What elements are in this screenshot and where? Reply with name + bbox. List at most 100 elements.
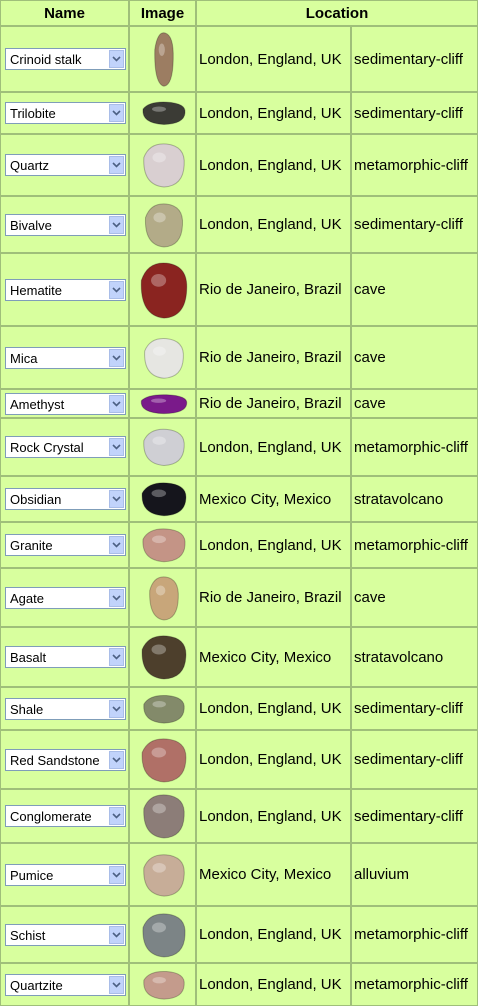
location-environment-cell: metamorphic-cliff: [351, 906, 478, 963]
rock-name-selected-value: Mica: [10, 350, 38, 366]
name-cell: Bivalve: [0, 196, 129, 253]
chevron-down-icon[interactable]: [109, 50, 124, 68]
bivalve-image: [142, 200, 186, 250]
rock-name-select[interactable]: Trilobite: [5, 102, 126, 124]
rock-name-select[interactable]: Red Sandstone: [5, 749, 126, 771]
location-city-cell: London, England, UK: [196, 522, 351, 568]
rock-name-select[interactable]: Obsidian: [5, 488, 126, 510]
location-environment-cell: metamorphic-cliff: [351, 522, 478, 568]
trilobite-image: [139, 100, 189, 126]
image-cell: [129, 568, 196, 627]
location-city-cell: Mexico City, Mexico: [196, 476, 351, 522]
rock-name-select[interactable]: Granite: [5, 534, 126, 556]
image-cell: [129, 26, 196, 92]
image-cell: [129, 134, 196, 196]
location-city-cell: Rio de Janeiro, Brazil: [196, 568, 351, 627]
chevron-down-icon[interactable]: [109, 866, 124, 884]
image-cell: [129, 253, 196, 326]
name-cell: Shale: [0, 687, 129, 730]
location-environment-cell: cave: [351, 326, 478, 389]
rock-name-selected-value: Quartz: [10, 157, 50, 173]
chevron-down-icon[interactable]: [109, 281, 124, 299]
chevron-down-icon[interactable]: [109, 536, 124, 554]
location-city-cell: London, England, UK: [196, 906, 351, 963]
chevron-down-icon[interactable]: [109, 751, 124, 769]
rock-name-selected-value: Crinoid stalk: [10, 51, 82, 67]
rock-name-select[interactable]: Rock Crystal: [5, 436, 126, 458]
rock-name-selected-value: Shale: [10, 701, 44, 717]
image-cell: [129, 476, 196, 522]
image-cell: [129, 418, 196, 476]
rock-crystal-image: [140, 426, 188, 468]
chevron-down-icon[interactable]: [109, 395, 124, 413]
location-environment-cell: sedimentary-cliff: [351, 92, 478, 134]
name-cell: Quartz: [0, 134, 129, 196]
name-cell: Quartzite: [0, 963, 129, 1006]
rock-name-selected-value: Red Sandstone: [10, 752, 100, 768]
image-cell: [129, 627, 196, 687]
rock-name-select[interactable]: Shale: [5, 698, 126, 720]
name-cell: Obsidian: [0, 476, 129, 522]
location-environment-cell: stratavolcano: [351, 476, 478, 522]
rock-name-selected-value: Bivalve: [10, 217, 52, 233]
rock-name-select[interactable]: Amethyst: [5, 393, 126, 415]
image-cell: [129, 92, 196, 134]
rock-name-select[interactable]: Conglomerate: [5, 805, 126, 827]
rock-name-select[interactable]: Agate: [5, 587, 126, 609]
location-city-cell: London, England, UK: [196, 418, 351, 476]
rock-name-select[interactable]: Pumice: [5, 864, 126, 886]
name-cell: Basalt: [0, 627, 129, 687]
location-city-cell: Rio de Janeiro, Brazil: [196, 326, 351, 389]
quartz-image: [140, 140, 188, 190]
shale-image: [140, 693, 188, 725]
chevron-down-icon[interactable]: [109, 589, 124, 607]
name-cell: Agate: [0, 568, 129, 627]
chevron-down-icon[interactable]: [109, 349, 124, 367]
rock-name-select[interactable]: Schist: [5, 924, 126, 946]
chevron-down-icon[interactable]: [109, 976, 124, 994]
chevron-down-icon[interactable]: [109, 156, 124, 174]
location-environment-cell: sedimentary-cliff: [351, 687, 478, 730]
name-column-header: Name: [0, 0, 129, 26]
location-environment-cell: sedimentary-cliff: [351, 730, 478, 789]
rock-name-select[interactable]: Bivalve: [5, 214, 126, 236]
chevron-down-icon[interactable]: [109, 807, 124, 825]
chevron-down-icon[interactable]: [109, 700, 124, 718]
rock-name-selected-value: Conglomerate: [10, 808, 92, 824]
image-cell: [129, 789, 196, 843]
obsidian-image: [138, 480, 190, 518]
rock-name-select[interactable]: Basalt: [5, 646, 126, 668]
rock-name-selected-value: Hematite: [10, 282, 63, 298]
location-city-cell: Rio de Janeiro, Brazil: [196, 253, 351, 326]
image-cell: [129, 326, 196, 389]
rock-name-select[interactable]: Mica: [5, 347, 126, 369]
rock-name-select[interactable]: Hematite: [5, 279, 126, 301]
location-column-header: Location: [196, 0, 478, 26]
location-city-cell: London, England, UK: [196, 134, 351, 196]
rock-name-selected-value: Basalt: [10, 649, 47, 665]
chevron-down-icon[interactable]: [109, 926, 124, 944]
chevron-down-icon[interactable]: [109, 216, 124, 234]
image-cell: [129, 906, 196, 963]
rock-name-selected-value: Schist: [10, 927, 46, 943]
rock-name-selected-value: Granite: [10, 537, 53, 553]
image-cell: [129, 389, 196, 418]
rock-name-select[interactable]: Crinoid stalk: [5, 48, 126, 70]
location-environment-cell: metamorphic-cliff: [351, 963, 478, 1006]
chevron-down-icon[interactable]: [109, 648, 124, 666]
rock-name-select[interactable]: Quartzite: [5, 974, 126, 996]
location-environment-cell: metamorphic-cliff: [351, 418, 478, 476]
quartzite-image: [140, 969, 188, 1001]
chevron-down-icon[interactable]: [109, 490, 124, 508]
location-environment-cell: sedimentary-cliff: [351, 196, 478, 253]
location-city-cell: Mexico City, Mexico: [196, 627, 351, 687]
chevron-down-icon[interactable]: [109, 104, 124, 122]
rock-name-selected-value: Pumice: [10, 867, 54, 883]
pumice-image: [140, 851, 188, 899]
chevron-down-icon[interactable]: [109, 438, 124, 456]
image-cell: [129, 963, 196, 1006]
rock-name-selected-value: Amethyst: [10, 396, 65, 412]
name-cell: Mica: [0, 326, 129, 389]
name-cell: Schist: [0, 906, 129, 963]
rock-name-select[interactable]: Quartz: [5, 154, 126, 176]
